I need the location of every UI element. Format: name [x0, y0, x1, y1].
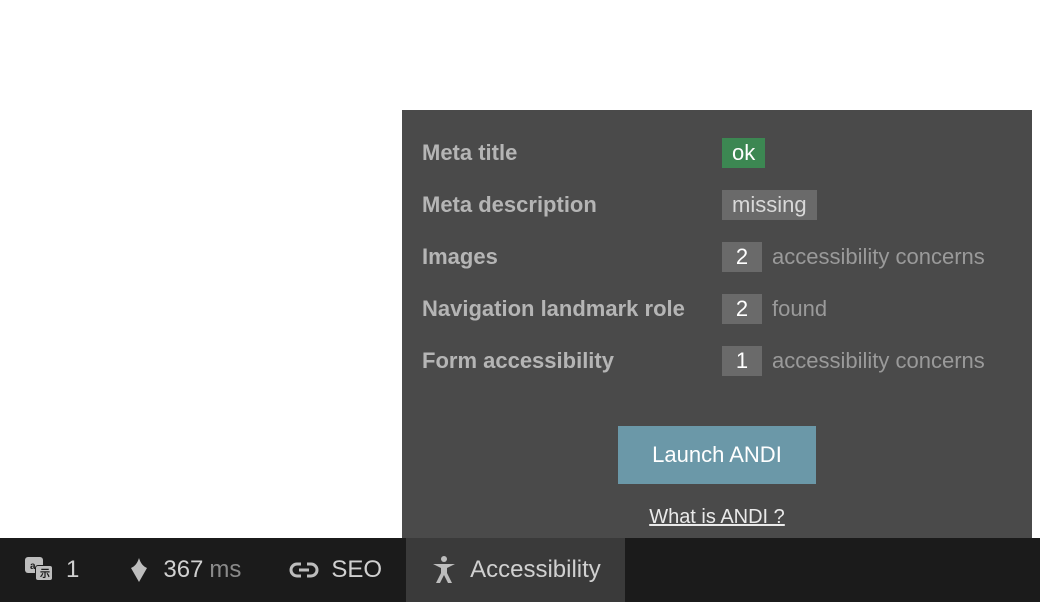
load-time-unit: ms: [209, 556, 241, 584]
status-badge-ok: ok: [722, 138, 765, 168]
translate-count: 1: [66, 556, 79, 584]
meta-title-row: Meta title ok: [422, 138, 1012, 168]
seo-tab[interactable]: SEO: [265, 538, 406, 602]
row-label: Meta title: [422, 140, 722, 166]
row-suffix: accessibility concerns: [772, 244, 985, 270]
images-row: Images 2 accessibility concerns: [422, 242, 1012, 272]
what-is-andi-link[interactable]: What is ANDI ?: [422, 506, 1012, 529]
bottom-bar: a 示 1 367 ms SEO: [0, 538, 1040, 602]
status-badge-missing: missing: [722, 190, 817, 220]
svg-text:a: a: [30, 561, 36, 572]
navigation-landmark-row: Navigation landmark role 2 found: [422, 294, 1012, 324]
count-badge: 1: [722, 346, 762, 376]
accessibility-tab[interactable]: Accessibility: [406, 538, 625, 602]
panel-actions: Launch ANDI What is ANDI ?: [422, 426, 1012, 529]
accessibility-label: Accessibility: [470, 556, 601, 584]
count-badge: 2: [722, 294, 762, 324]
download-arrow-icon: [127, 556, 151, 584]
row-suffix: accessibility concerns: [772, 348, 985, 374]
seo-label: SEO: [331, 556, 382, 584]
launch-andi-button[interactable]: Launch ANDI: [618, 426, 816, 484]
load-time-value: 367: [163, 556, 203, 584]
meta-description-row: Meta description missing: [422, 190, 1012, 220]
accessibility-panel: Meta title ok Meta description missing I…: [402, 110, 1032, 538]
svg-text:示: 示: [40, 568, 50, 580]
row-label: Images: [422, 244, 722, 270]
translate-tab[interactable]: a 示 1: [0, 538, 103, 602]
row-label: Form accessibility: [422, 348, 722, 374]
translate-icon: a 示: [24, 556, 54, 584]
row-suffix: found: [772, 296, 827, 322]
link-icon: [289, 557, 319, 583]
count-badge: 2: [722, 242, 762, 272]
row-label: Meta description: [422, 192, 722, 218]
load-time-tab[interactable]: 367 ms: [103, 538, 265, 602]
form-accessibility-row: Form accessibility 1 accessibility conce…: [422, 346, 1012, 376]
accessibility-icon: [430, 555, 458, 585]
row-label: Navigation landmark role: [422, 296, 722, 322]
